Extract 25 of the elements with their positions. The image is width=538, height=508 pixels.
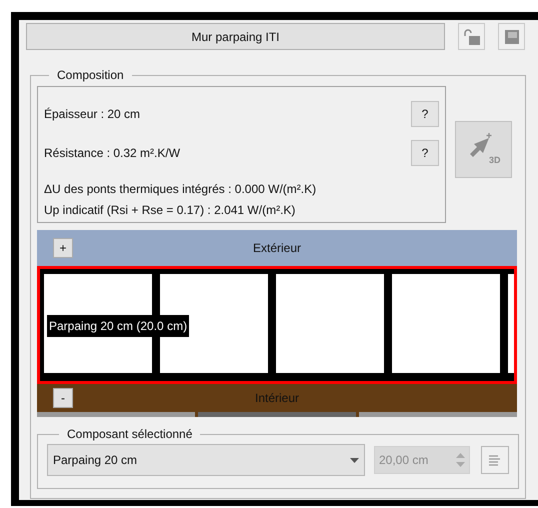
thickness-value: 20,00 cm (379, 452, 428, 469)
material-dropdown[interactable]: Parpaing 20 cm (47, 444, 365, 476)
spin-arrows-icon (456, 452, 465, 468)
collapse-button[interactable]: - (53, 388, 73, 408)
property-text: Résistance : 0.32 m².K/W (44, 145, 180, 162)
expand-button[interactable]: + (53, 238, 73, 258)
wall-layer[interactable]: Parpaing 20 cm (20.0 cm) (37, 266, 517, 384)
group-label: Composant sélectionné (66, 426, 194, 443)
dropdown-arrow-icon (350, 458, 359, 462)
group-label: Composition (56, 67, 125, 84)
3d-label: 3D (488, 154, 500, 167)
side-label: Extérieur (252, 240, 302, 257)
scroll-bar[interactable] (37, 412, 517, 417)
title-button[interactable]: Mur parpaing ITI (26, 23, 445, 50)
help-button[interactable]: ? (411, 140, 439, 166)
property-text: ΔU des ponts thermiques intégrés : 0.000 W/(m².K) (44, 180, 316, 198)
unlocked-padlock-icon (462, 28, 480, 44)
side-label: Intérieur (254, 390, 300, 407)
list-button[interactable] (481, 446, 509, 474)
help-button[interactable]: ? (411, 101, 439, 127)
list-icon (488, 454, 502, 466)
property-text: Up indicatif (Rsi + Rse = 0.17) : 2.041 W/(m².K) (44, 202, 296, 220)
layer-label: Parpaing 20 cm (20.0 cm) (47, 315, 190, 337)
dropdown-value: Parpaing 20 cm (53, 452, 138, 469)
property-text: Épaisseur : 20 cm (44, 106, 140, 123)
